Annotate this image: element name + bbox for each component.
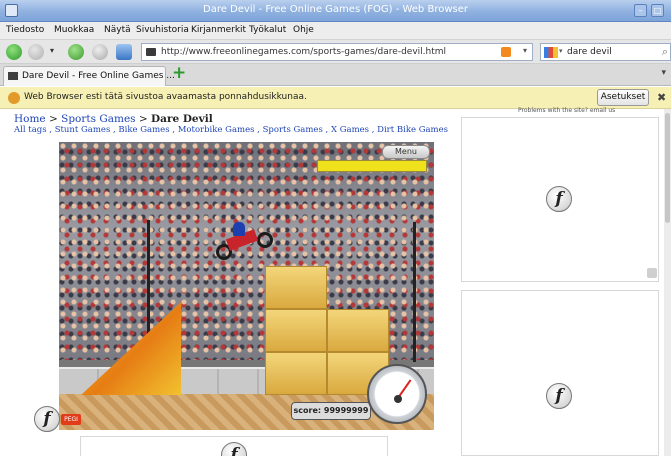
tag-list: All tags , Stunt Games , Bike Games , Mo… — [14, 125, 449, 135]
breadcrumb-category-link[interactable]: Sports Games — [61, 113, 135, 125]
window-title: Dare Devil - Free Online Games (FOG) - W… — [203, 4, 468, 15]
forward-arrow-icon[interactable] — [28, 44, 44, 60]
tag-link[interactable]: Bike Games — [118, 125, 169, 135]
page-scrollbar[interactable] — [664, 109, 671, 456]
maximize-button[interactable]: □ — [651, 4, 664, 17]
menu-bar: Tiedosto Muokkaa Näytä Sivuhistoria Kirj… — [0, 22, 671, 40]
engine-dropdown-icon[interactable]: ▾ — [559, 47, 563, 55]
magnifier-icon[interactable]: ⌕ — [662, 45, 668, 59]
warning-icon — [8, 92, 20, 104]
popup-blocked-message: Web Browser esti tätä sivustoa avaamasta… — [24, 92, 307, 102]
close-icon[interactable]: ✖ — [657, 91, 666, 104]
stop-icon[interactable] — [92, 44, 108, 60]
minimize-button[interactable]: – — [634, 4, 647, 17]
breadcrumb-current: Dare Devil — [151, 113, 213, 125]
energy-bar — [317, 160, 427, 172]
address-bar[interactable]: http://www.freeonlinegames.com/sports-ga… — [141, 43, 533, 61]
game-canvas[interactable]: Menu score: 99999999 — [59, 142, 434, 430]
tag-link[interactable]: Stunt Games — [55, 125, 111, 135]
tab-list-dropdown-icon[interactable]: ▾ — [661, 68, 666, 78]
hay-bale — [327, 309, 389, 352]
search-input-value: dare devil — [567, 47, 612, 57]
tag-link[interactable]: Motorbike Games — [178, 125, 255, 135]
problems-link[interactable]: Problems with the site? email us — [518, 107, 615, 114]
tag-link[interactable]: Dirt Bike Games — [377, 125, 448, 135]
back-arrow-icon[interactable] — [6, 44, 22, 60]
menu-item-history[interactable]: Sivuhistoria — [136, 25, 189, 35]
flash-player-icon[interactable]: f — [546, 186, 572, 212]
tab-dare-devil[interactable]: Dare Devil - Free Online Games ... — [3, 66, 175, 86]
search-engine-icon[interactable] — [544, 47, 558, 58]
menu-item-edit[interactable]: Muokkaa — [54, 25, 94, 35]
hay-bale — [265, 309, 327, 352]
ad-placeholder-middle[interactable] — [461, 290, 659, 456]
navigation-toolbar: ▾ http://www.freeonlinegames.com/sports-… — [0, 40, 671, 64]
score-display: score: 99999999 — [291, 402, 371, 420]
url-text: http://www.freeonlinegames.com/sports-ga… — [161, 47, 447, 57]
settings-button[interactable]: Asetukset — [597, 89, 649, 106]
history-dropdown-icon[interactable]: ▾ — [50, 46, 54, 55]
rss-feed-icon[interactable] — [501, 47, 511, 57]
breadcrumb-home-link[interactable]: Home — [14, 113, 46, 125]
popup-blocked-bar: Web Browser esti tätä sivustoa avaamasta… — [0, 87, 671, 109]
fence-pole — [413, 222, 416, 362]
energy-fill — [318, 161, 426, 171]
tab-bar: Dare Devil - Free Online Games ... + ▾ — [0, 64, 671, 86]
hay-bale — [265, 352, 327, 395]
flash-player-icon[interactable]: f — [34, 406, 60, 432]
menu-item-file[interactable]: Tiedosto — [6, 25, 44, 35]
tab-label: Dare Devil - Free Online Games ... — [22, 71, 175, 81]
tag-link[interactable]: X Games — [331, 125, 369, 135]
resize-handle-icon[interactable] — [647, 268, 657, 278]
search-box[interactable]: ▾ dare devil ⌕ — [540, 43, 671, 61]
tag-all-link[interactable]: All tags — [14, 125, 47, 135]
reload-icon[interactable] — [68, 44, 84, 60]
url-dropdown-icon[interactable]: ▾ — [523, 46, 527, 55]
menu-item-bookmarks[interactable]: Kirjanmerkit — [191, 25, 246, 35]
breadcrumb: Home > Sports Games > Dare Devil — [14, 113, 213, 125]
plus-icon[interactable]: + — [172, 65, 186, 82]
flash-player-icon[interactable]: f — [546, 383, 572, 409]
menu-item-help[interactable]: Ohje — [293, 25, 314, 35]
tag-link[interactable]: Sports Games — [263, 125, 323, 135]
tab-favicon-icon — [8, 72, 18, 80]
menu-item-tools[interactable]: Työkalut — [249, 25, 286, 35]
hay-bale — [265, 266, 327, 309]
breadcrumb-separator: > — [45, 113, 62, 125]
speedometer — [367, 364, 427, 424]
window-titlebar: Dare Devil - Free Online Games (FOG) - W… — [0, 0, 671, 22]
rating-badge: PEGI — [61, 414, 81, 425]
site-favicon-icon — [146, 48, 156, 56]
motorbike-rider — [213, 222, 277, 264]
menu-item-view[interactable]: Näytä — [104, 25, 131, 35]
breadcrumb-separator: > — [135, 113, 152, 125]
game-menu-button[interactable]: Menu — [382, 145, 430, 159]
home-icon[interactable] — [116, 44, 132, 60]
scrollbar-thumb[interactable] — [665, 113, 670, 223]
